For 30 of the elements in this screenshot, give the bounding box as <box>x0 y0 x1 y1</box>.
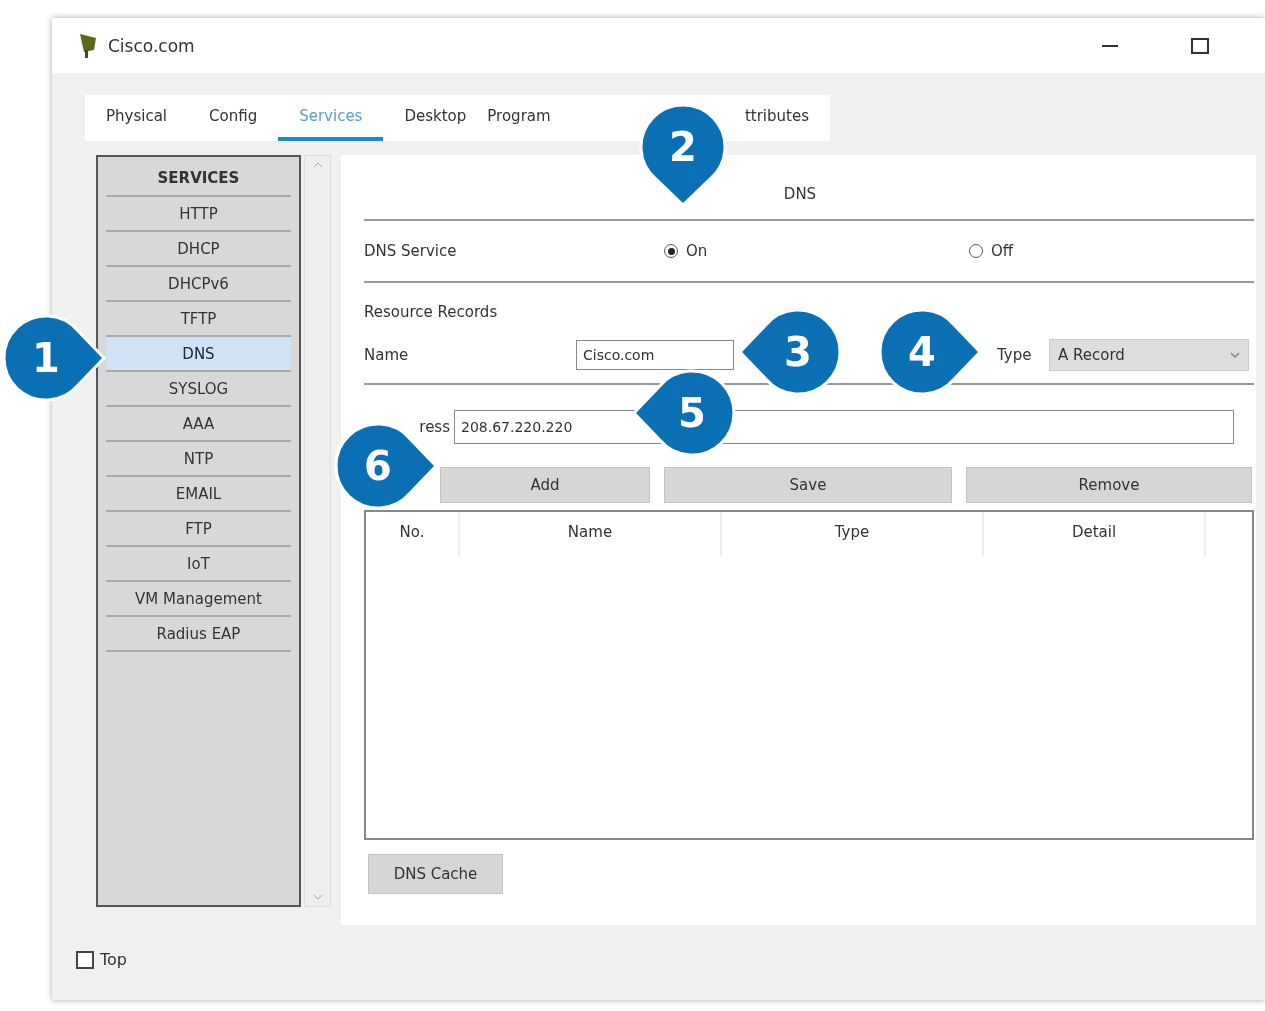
radio-button[interactable]: Off <box>969 242 1014 260</box>
step-marker: 1 <box>2 314 107 402</box>
tab[interactable]: Config <box>188 95 279 141</box>
service-item[interactable]: DNS <box>106 337 291 372</box>
type-dropdown[interactable]: A Record <box>1049 339 1249 371</box>
maximize-icon <box>1191 37 1209 54</box>
action-button[interactable]: Remove <box>966 467 1252 503</box>
action-button[interactable]: Add <box>440 467 650 503</box>
column-header: Type <box>722 512 984 556</box>
field-label: Type <box>997 346 1033 364</box>
field-label: DNS Service <box>364 242 458 260</box>
checkbox-label: Top <box>100 950 127 969</box>
tab[interactable]: Desktop <box>383 95 467 141</box>
section-label: Resource Records <box>364 303 499 323</box>
action-button[interactable]: Save <box>664 467 952 503</box>
column-header: Detail <box>984 512 1206 556</box>
dns-cache-button[interactable]: DNS Cache <box>368 854 503 894</box>
column-header: No. <box>366 512 460 556</box>
column-header: Name <box>460 512 722 556</box>
radio-button[interactable]: On <box>664 242 969 260</box>
tab[interactable]: Program <box>466 95 572 141</box>
tab[interactable]: Physical <box>85 95 189 141</box>
field-label: Name <box>364 346 410 364</box>
step-marker: 5 <box>631 369 736 457</box>
window-title: Cisco.com <box>108 35 195 56</box>
field-label: ress <box>419 418 450 436</box>
checkbox[interactable] <box>76 950 94 969</box>
name-field[interactable]: Cisco.com <box>576 340 734 370</box>
section-title: DNS <box>783 185 817 205</box>
caret-icon <box>1230 352 1240 358</box>
